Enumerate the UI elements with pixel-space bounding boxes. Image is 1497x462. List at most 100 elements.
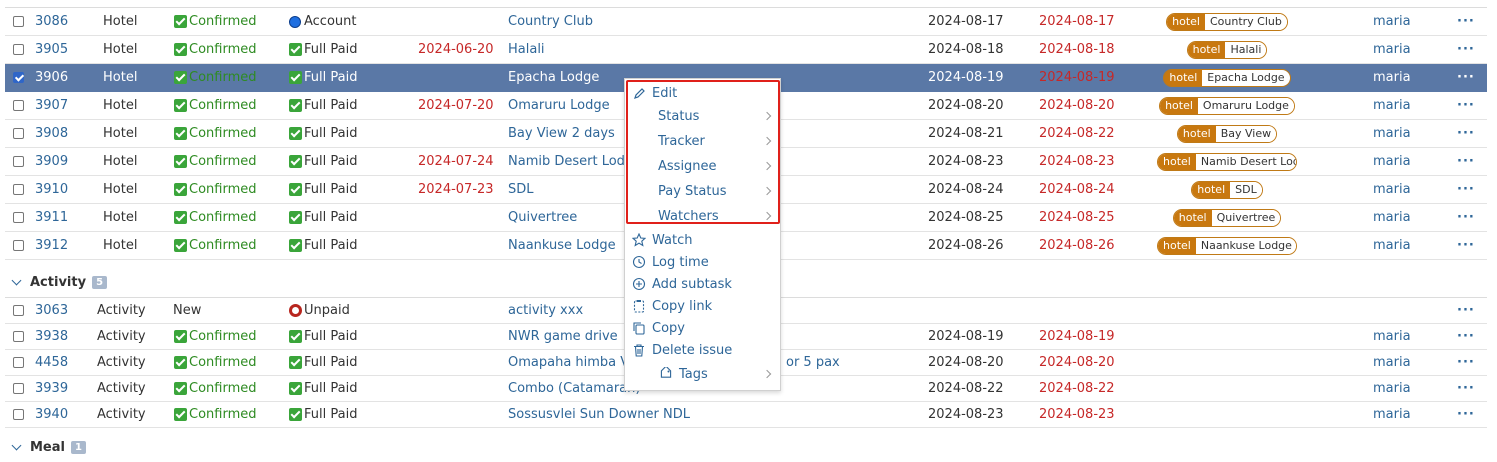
assignee-link[interactable]: maria — [1373, 14, 1411, 29]
issue-id-link[interactable]: 3910 — [35, 182, 68, 197]
row-checkbox[interactable] — [13, 183, 24, 195]
menu-item-copy-link[interactable]: Copy link — [625, 295, 780, 317]
assignee-link[interactable]: maria — [1373, 407, 1411, 422]
subject-link-tail[interactable]: or 5 pax — [786, 355, 840, 370]
row-checkbox[interactable] — [13, 356, 24, 368]
subject-link[interactable]: SDL — [508, 182, 534, 197]
subject-link[interactable]: NWR game drive — [508, 329, 618, 344]
row-checkbox[interactable] — [13, 211, 24, 223]
issue-id-link[interactable]: 3938 — [35, 329, 68, 344]
issue-id-link[interactable]: 3911 — [35, 210, 68, 225]
subject-link[interactable]: Naankuse Lodge — [508, 238, 616, 253]
row-actions-button[interactable]: ··· — [1457, 238, 1475, 253]
assignee-link[interactable]: maria — [1373, 355, 1411, 370]
menu-item-status[interactable]: Status — [625, 105, 780, 127]
menu-item-assignee[interactable]: Assignee — [625, 155, 780, 177]
assignee-link[interactable]: maria — [1373, 238, 1411, 253]
subject-link[interactable]: Combo (Catamaran) — [508, 381, 640, 396]
row-actions-button[interactable]: ··· — [1457, 407, 1475, 422]
assignee-link[interactable]: maria — [1373, 381, 1411, 396]
row-actions-button[interactable]: ··· — [1457, 381, 1475, 396]
row-checkbox[interactable] — [13, 43, 24, 55]
assignee-link[interactable]: maria — [1373, 42, 1411, 57]
menu-item-delete-issue[interactable]: Delete issue — [625, 339, 780, 361]
issue-id-link[interactable]: 3908 — [35, 126, 68, 141]
row-actions-button[interactable]: ··· — [1457, 126, 1475, 141]
menu-item-copy-label: Copy — [652, 320, 685, 336]
subject-link[interactable]: Quivertree — [508, 210, 577, 225]
row-checkbox[interactable] — [13, 127, 24, 139]
due-date: 2024-08-19 — [1039, 70, 1115, 85]
assignee-link[interactable]: maria — [1373, 98, 1411, 113]
row-actions-button[interactable]: ··· — [1457, 355, 1475, 370]
row-actions-button[interactable]: ··· — [1457, 14, 1475, 29]
issue-id-link[interactable]: 3907 — [35, 98, 68, 113]
table-cell: ··· — [1457, 376, 1475, 401]
subject-link[interactable]: activity xxx — [508, 303, 583, 318]
subject-link[interactable]: Epacha Lodge — [508, 70, 599, 85]
chevron-down-icon[interactable] — [11, 440, 22, 451]
issue-id-link[interactable]: 3940 — [35, 407, 68, 422]
assignee-link[interactable]: maria — [1373, 210, 1411, 225]
row-actions-button[interactable]: ··· — [1457, 182, 1475, 197]
menu-item-tracker[interactable]: Tracker — [625, 130, 780, 152]
menu-item-edit[interactable]: Edit — [625, 82, 780, 104]
row-checkbox[interactable] — [13, 15, 24, 27]
menu-item-tags[interactable]: Tags — [625, 363, 780, 385]
row-actions-button[interactable]: ··· — [1457, 42, 1475, 57]
table-cell: Confirmed — [174, 120, 257, 147]
menu-item-watch[interactable]: Watch — [625, 229, 780, 251]
subject-link[interactable]: Country Club — [508, 14, 593, 29]
subject-link[interactable]: Omaruru Lodge — [508, 98, 610, 113]
chevron-right-icon — [762, 186, 772, 196]
issue-id-link[interactable]: 3909 — [35, 154, 68, 169]
table-cell: 2024-08-24 — [1039, 176, 1115, 203]
row-actions-button[interactable]: ··· — [1457, 154, 1475, 169]
subject-link[interactable]: Omapaha himba Vi — [508, 355, 633, 370]
table-cell: Confirmed — [174, 232, 257, 259]
table-row[interactable]: 3905 Hotel Confirmed Full Paid 2024-06-20 Hal… — [5, 36, 1487, 64]
menu-item-watchers[interactable]: Watchers — [625, 205, 780, 227]
row-checkbox[interactable] — [13, 155, 24, 167]
menu-item-copy[interactable]: Copy — [625, 317, 780, 339]
assignee-link[interactable]: maria — [1373, 182, 1411, 197]
issue-id-link[interactable]: 3906 — [35, 70, 68, 85]
assignee-link[interactable]: maria — [1373, 70, 1411, 85]
table-row[interactable]: 3086 Hotel Confirmed Account Country Club 202… — [5, 8, 1487, 36]
table-row[interactable]: 3940 Activity Confirmed Full Paid Sossusvlei… — [5, 402, 1487, 428]
subject-link[interactable]: Sossusvlei Sun Downer NDL — [508, 407, 690, 422]
assignee-link[interactable]: maria — [1373, 126, 1411, 141]
menu-item-add-subtask[interactable]: Add subtask — [625, 273, 780, 295]
menu-item-pay-status[interactable]: Pay Status — [625, 180, 780, 202]
issue-id-link[interactable]: 3912 — [35, 238, 68, 253]
row-checkbox[interactable] — [13, 304, 24, 316]
issue-id-link[interactable]: 3905 — [35, 42, 68, 57]
row-checkbox[interactable] — [13, 408, 24, 420]
menu-item-log-time[interactable]: Log time — [625, 251, 780, 273]
row-actions-button[interactable]: ··· — [1457, 70, 1475, 85]
status-label: Confirmed — [189, 407, 257, 422]
row-actions-button[interactable]: ··· — [1457, 98, 1475, 113]
issue-id-link[interactable]: 3086 — [35, 14, 68, 29]
assignee-link[interactable]: maria — [1373, 154, 1411, 169]
subject-link[interactable]: Halali — [508, 42, 545, 57]
row-checkbox[interactable] — [13, 330, 24, 342]
subject-link[interactable]: Bay View 2 days — [508, 126, 615, 141]
row-actions-button[interactable]: ··· — [1457, 210, 1475, 225]
tracker-label: Hotel — [103, 98, 138, 113]
table-cell: Full Paid — [289, 64, 357, 91]
issue-id-link[interactable]: 3939 — [35, 381, 68, 396]
row-checkbox[interactable] — [13, 99, 24, 111]
paid-date: 2024-07-23 — [418, 182, 494, 197]
issue-id-link[interactable]: 4458 — [35, 355, 68, 370]
row-checkbox[interactable] — [13, 239, 24, 251]
table-cell: Full Paid — [289, 36, 357, 63]
row-actions-button[interactable]: ··· — [1457, 303, 1475, 318]
row-actions-button[interactable]: ··· — [1457, 329, 1475, 344]
row-checkbox[interactable] — [13, 71, 24, 83]
issue-id-link[interactable]: 3063 — [35, 303, 68, 318]
chevron-down-icon[interactable] — [11, 275, 22, 286]
subject-link[interactable]: Namib Desert Lodg — [508, 154, 633, 169]
assignee-link[interactable]: maria — [1373, 329, 1411, 344]
row-checkbox[interactable] — [13, 382, 24, 394]
